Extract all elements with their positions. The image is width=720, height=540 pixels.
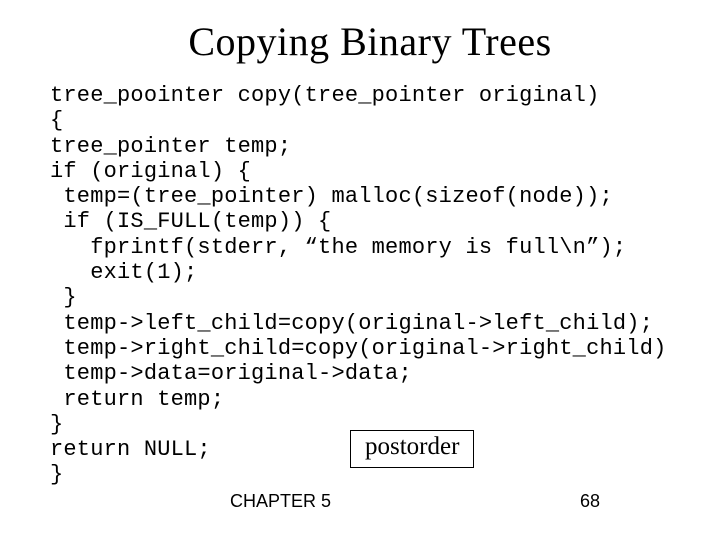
postorder-annotation: postorder: [350, 430, 474, 468]
footer-page-number: 68: [580, 491, 600, 512]
slide-title: Copying Binary Trees: [50, 18, 690, 65]
footer-chapter: CHAPTER 5: [230, 491, 331, 512]
slide: Copying Binary Trees tree_poointer copy(…: [0, 0, 720, 540]
code-block: tree_poointer copy(tree_pointer original…: [50, 83, 690, 488]
